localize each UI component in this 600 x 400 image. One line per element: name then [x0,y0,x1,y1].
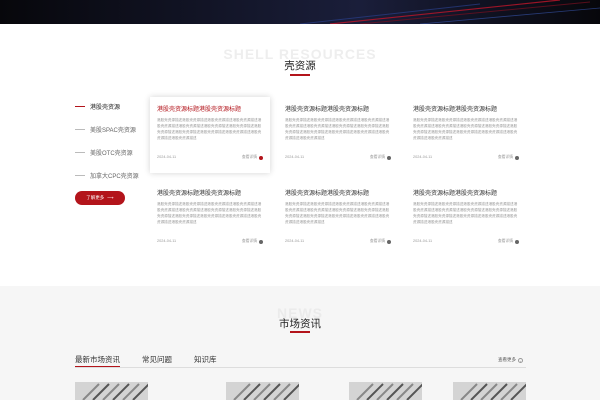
hero-light-streaks [0,0,600,24]
card-view-link[interactable]: 查看详情 [498,239,519,244]
news-title-underline [290,331,310,333]
newspaper-image [349,382,422,400]
card-description: 港股壳资源描述港股壳资源描述港股壳资源描述港股壳资源描述港股壳资源描述港股壳资源… [285,202,390,224]
hero-banner [0,0,600,24]
dot-icon [515,239,519,244]
card-description: 港股壳资源描述港股壳资源描述港股壳资源描述港股壳资源描述港股壳资源描述港股壳资源… [157,202,262,224]
card-title: 港股壳资源标题港股壳资源标题 [413,107,498,113]
card-view-link[interactable]: 查看详情 [498,155,519,160]
card-title: 港股壳资源标题港股壳资源标题 [285,191,370,197]
nav-item-us-otc[interactable]: 美股OTC壳资源 [75,141,145,164]
dot-icon [259,239,263,244]
view-more-label: 查看更多 [498,357,516,362]
card-description: 港股壳资源描述港股壳资源描述港股壳资源描述港股壳资源描述港股壳资源描述港股壳资源… [157,118,262,140]
shell-category-nav: 港股壳资源 美股SPAC壳资源 美股OTC壳资源 加拿大CPC壳资源 [75,95,145,187]
news-thumbnail[interactable] [75,382,148,400]
news-tabs: 最新市场资讯 常见问题 知识库 [75,354,239,368]
card-title: 港股壳资源标题港股壳资源标题 [413,191,498,197]
card-date: 2024-04-11 [157,155,177,159]
nav-dash [75,175,85,176]
nav-dash [75,106,85,107]
card-date: 2024-04-11 [285,239,305,243]
shell-card[interactable]: 港股壳资源标题港股壳资源标题 港股壳资源描述港股壳资源描述港股壳资源描述港股壳资… [150,97,270,173]
newspaper-image [226,382,299,400]
card-view-label: 查看详情 [369,239,385,243]
card-date: 2024-04-11 [413,239,433,243]
card-view-link[interactable]: 查看详情 [242,239,263,244]
card-view-link[interactable]: 查看详情 [370,239,391,244]
nav-dash [75,152,85,153]
news-thumbnail[interactable] [349,382,422,400]
card-view-link[interactable]: 查看详情 [242,155,263,160]
card-view-link[interactable]: 查看详情 [370,155,391,160]
dot-icon [259,155,263,160]
card-title: 港股壳资源标题港股壳资源标题 [157,191,242,197]
tab-latest-news[interactable]: 最新市场资讯 [75,354,120,368]
card-title: 港股壳资源标题港股壳资源标题 [285,107,370,113]
card-view-label: 查看详情 [497,155,513,159]
dot-icon [387,155,391,160]
nav-dash [75,129,85,130]
news-section-title: 市场资讯 [279,318,321,330]
tab-knowledge-base[interactable]: 知识库 [194,354,217,365]
nav-item-label: 美股OTC壳资源 [90,151,133,157]
newspaper-image [75,382,148,400]
shell-card[interactable]: 港股壳资源标题港股壳资源标题 港股壳资源描述港股壳资源描述港股壳资源描述港股壳资… [406,97,526,173]
tabs-divider [75,367,526,368]
shell-card[interactable]: 港股壳资源标题港股壳资源标题 港股壳资源描述港股壳资源描述港股壳资源描述港股壳资… [150,181,270,257]
card-description: 港股壳资源描述港股壳资源描述港股壳资源描述港股壳资源描述港股壳资源描述港股壳资源… [413,118,518,140]
learn-more-label: 了解更多 [86,195,105,200]
learn-more-button[interactable]: 了解更多 ⟶ [75,191,125,205]
news-thumbnails [75,382,526,400]
news-thumbnail[interactable] [226,382,299,400]
view-more-link[interactable]: 查看更多 › [498,357,523,363]
nav-item-label: 港股壳资源 [90,105,121,111]
news-thumbnail[interactable] [453,382,526,400]
shell-card[interactable]: 港股壳资源标题港股壳资源标题 港股壳资源描述港股壳资源描述港股壳资源描述港股壳资… [278,97,398,173]
card-date: 2024-04-11 [413,155,433,159]
dot-icon [387,239,391,244]
tab-faq[interactable]: 常见问题 [142,354,172,365]
circle-chevron-icon: › [518,357,523,363]
nav-item-label: 加拿大CPC壳资源 [90,174,139,180]
shell-card[interactable]: 港股壳资源标题港股壳资源标题 港股壳资源描述港股壳资源描述港股壳资源描述港股壳资… [406,181,526,257]
card-date: 2024-04-11 [157,239,177,243]
card-description: 港股壳资源描述港股壳资源描述港股壳资源描述港股壳资源描述港股壳资源描述港股壳资源… [285,118,390,140]
shell-card[interactable]: 港股壳资源标题港股壳资源标题 港股壳资源描述港股壳资源描述港股壳资源描述港股壳资… [278,181,398,257]
shell-section-title: 壳资源 [284,60,316,72]
card-title: 港股壳资源标题港股壳资源标题 [157,107,242,113]
newspaper-image [453,382,526,400]
card-view-label: 查看详情 [497,239,513,243]
arrow-right-icon: ⟶ [107,195,114,200]
nav-item-canada-cpc[interactable]: 加拿大CPC壳资源 [75,164,145,187]
card-date: 2024-04-11 [285,155,305,159]
card-view-label: 查看详情 [241,239,257,243]
dot-icon [515,155,519,160]
card-view-label: 查看详情 [369,155,385,159]
nav-item-hk[interactable]: 港股壳资源 [75,95,145,118]
card-view-label: 查看详情 [241,155,257,159]
shell-cards-grid: 港股壳资源标题港股壳资源标题 港股壳资源描述港股壳资源描述港股壳资源描述港股壳资… [150,76,526,257]
nav-item-label: 美股SPAC壳资源 [90,128,136,134]
card-description: 港股壳资源描述港股壳资源描述港股壳资源描述港股壳资源描述港股壳资源描述港股壳资源… [413,202,518,224]
nav-item-us-spac[interactable]: 美股SPAC壳资源 [75,118,145,141]
